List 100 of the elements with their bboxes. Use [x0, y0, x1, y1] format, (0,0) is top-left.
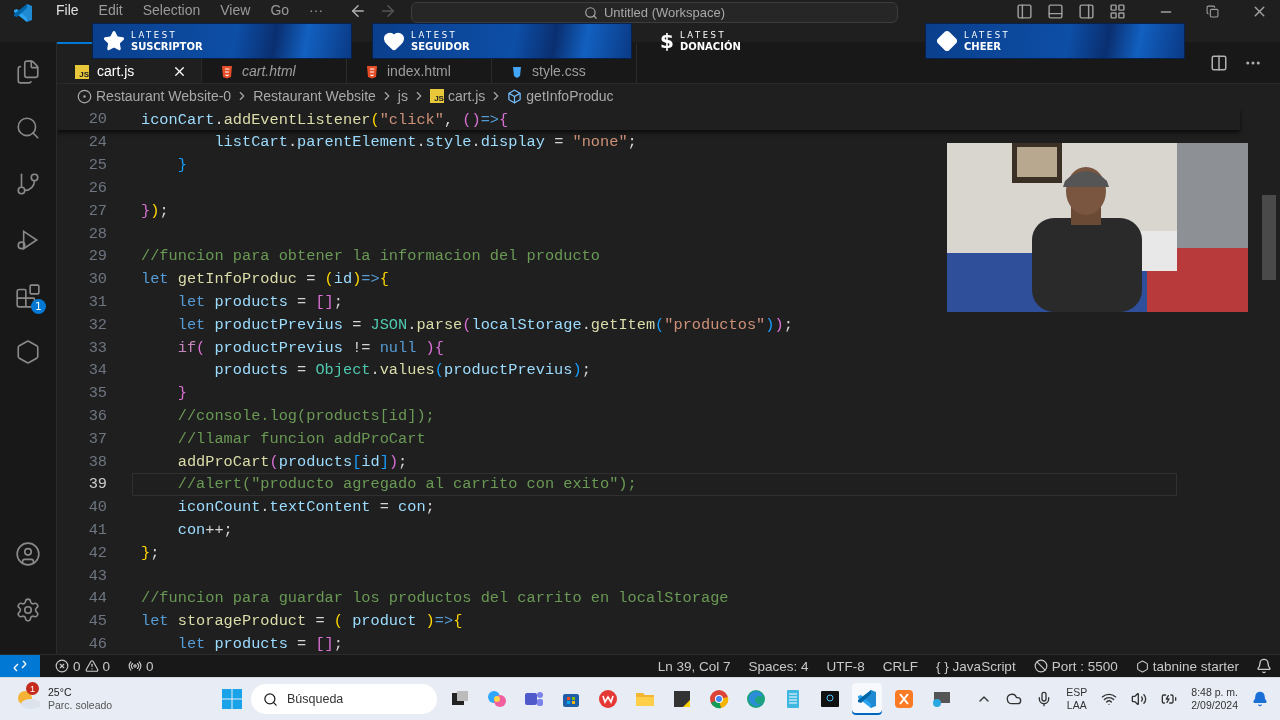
wave-app-icon[interactable] — [745, 688, 767, 710]
menu-item[interactable]: Go — [260, 2, 300, 18]
code-line: iconCount.textContent = con; — [176, 498, 435, 517]
error-icon — [55, 659, 69, 673]
dollar-sign: $ — [660, 29, 674, 53]
menu-item[interactable]: File — [46, 2, 89, 18]
line-number: 40 — [87, 498, 107, 517]
language-status[interactable]: { } JavaScript — [927, 658, 1025, 674]
taskbar-search-field[interactable]: Búsqueda — [251, 684, 437, 714]
code-line: } — [176, 384, 187, 403]
code-line: con++; — [176, 520, 233, 539]
round-app-icon[interactable] — [708, 688, 730, 710]
code-editor-icon[interactable] — [856, 688, 878, 710]
line-number: 33 — [87, 338, 107, 357]
remote-icon — [13, 659, 27, 673]
banner-title: SUSCRIPTOR — [131, 41, 203, 52]
status-item[interactable]: CRLF — [873, 658, 928, 674]
banner-title: SEGUIDOR — [411, 41, 470, 52]
cube-icon — [507, 88, 523, 104]
cloud-icon[interactable] — [1006, 691, 1023, 707]
circle-app-icon[interactable] — [597, 688, 619, 710]
menu-item[interactable]: Edit — [88, 2, 133, 18]
banner-title: CHEER — [964, 41, 1003, 52]
settings-icon[interactable] — [15, 597, 41, 623]
restore-icon[interactable] — [1206, 5, 1219, 18]
line-number: 42 — [87, 543, 107, 562]
secondary-sidebar-icon[interactable] — [1078, 3, 1095, 20]
code-line: let products = []; — [176, 634, 343, 653]
code-line: //funcion para obtener la informacion del producto — [141, 247, 600, 266]
close-icon[interactable] — [172, 64, 187, 79]
problems-status[interactable]: 0 0 — [46, 658, 120, 674]
banner-title: DONACIÓN — [679, 41, 741, 52]
extensions-icon[interactable] — [15, 283, 41, 309]
line-number: 46 — [87, 634, 107, 653]
files-icon[interactable] — [15, 59, 41, 85]
app-logo-icon — [12, 2, 34, 24]
line-number: 25 — [87, 156, 107, 175]
menu-item[interactable]: ··· — [299, 2, 334, 18]
search-icon[interactable] — [15, 115, 41, 141]
wifi-icon[interactable] — [1101, 691, 1118, 707]
menu-item[interactable]: View — [210, 2, 261, 18]
line-number: 39 — [87, 475, 107, 494]
line-number: 38 — [87, 452, 107, 471]
code-line: //llamar funcion addProCart — [176, 429, 426, 448]
port-status[interactable]: Port : 5500 — [1024, 658, 1127, 674]
notifications-icon[interactable] — [1256, 658, 1272, 674]
breadcrumb-item[interactable]: Restaurant Website — [253, 88, 376, 104]
terminal-icon[interactable] — [819, 688, 841, 710]
status-item[interactable]: UTF-8 — [817, 658, 874, 674]
menu-item[interactable]: Selection — [132, 2, 211, 18]
breadcrumb-item[interactable]: Restaurant Website-0 — [96, 88, 232, 104]
hexagon-icon[interactable] — [15, 339, 41, 365]
status-item[interactable]: Spaces: 4 — [739, 658, 818, 674]
account-icon[interactable] — [15, 541, 41, 567]
banner-caption: LATEST — [964, 30, 1011, 41]
search-icon — [263, 692, 278, 707]
code-line: //console.log(products[id]); — [176, 406, 435, 425]
js-file-icon: JS — [75, 65, 89, 79]
panel-toggle-icon[interactable] — [1047, 3, 1064, 20]
xampp-icon[interactable] — [893, 688, 915, 710]
line-number: 30 — [87, 270, 107, 289]
battery-icon[interactable] — [1161, 691, 1178, 707]
code-line: iconCart.addEventListener("click", ()=>{ — [141, 111, 509, 129]
antenna-icon — [128, 659, 143, 673]
note-icon[interactable] — [671, 688, 693, 710]
line-number: 32 — [87, 315, 107, 334]
swirl-icon[interactable] — [486, 688, 508, 710]
branch-icon[interactable] — [15, 171, 41, 197]
code-line: }; — [141, 543, 160, 562]
sidebar-toggle-icon[interactable] — [1016, 3, 1033, 20]
line-number: 43 — [87, 566, 107, 585]
html-file-icon — [220, 65, 234, 79]
breadcrumb-item[interactable]: getInfoProduc — [526, 88, 614, 104]
command-center[interactable]: Untitled (Workspace) — [411, 2, 899, 23]
line-number: 26 — [87, 179, 107, 197]
ports-status[interactable]: 0 — [119, 658, 163, 674]
target-icon — [77, 88, 92, 104]
split-editor-icon[interactable] — [1210, 53, 1228, 72]
code-line: let getInfoProduc = (id)=>{ — [141, 270, 389, 289]
sticky-scroll-bar[interactable]: 20 iconCart.addEventListener("click", ()=>{ — [57, 108, 1240, 130]
status-item[interactable]: Ln 39, Col 7 — [648, 658, 740, 674]
banner-caption: LATEST — [131, 30, 179, 41]
code-line: listCart.parentElement.style.display = "none"; — [213, 133, 637, 152]
scrollbar[interactable] — [1262, 195, 1276, 280]
temperature: 25°C — [48, 686, 73, 699]
breadcrumb-item[interactable]: js — [397, 88, 408, 104]
heart-icon — [383, 30, 405, 52]
volume-icon[interactable] — [1131, 691, 1148, 707]
js-file-icon: JS — [429, 89, 444, 103]
clock[interactable]: 8:48 p. m. 2/09/2024 — [1191, 686, 1238, 712]
css-file-icon — [510, 65, 524, 79]
code-line: let storageProduct = ( product )=>{ — [141, 612, 463, 631]
code-line: } — [176, 156, 187, 175]
tabnine-status[interactable]: tabnine starter — [1126, 658, 1248, 674]
language-indicator[interactable]: ESP LAA — [1066, 686, 1088, 712]
breadcrumb-item[interactable]: cart.js — [447, 88, 486, 104]
code-line: let products = []; — [176, 292, 343, 311]
line-number: 36 — [87, 406, 107, 425]
search-icon — [584, 5, 598, 20]
layout-icon[interactable] — [1109, 3, 1126, 20]
